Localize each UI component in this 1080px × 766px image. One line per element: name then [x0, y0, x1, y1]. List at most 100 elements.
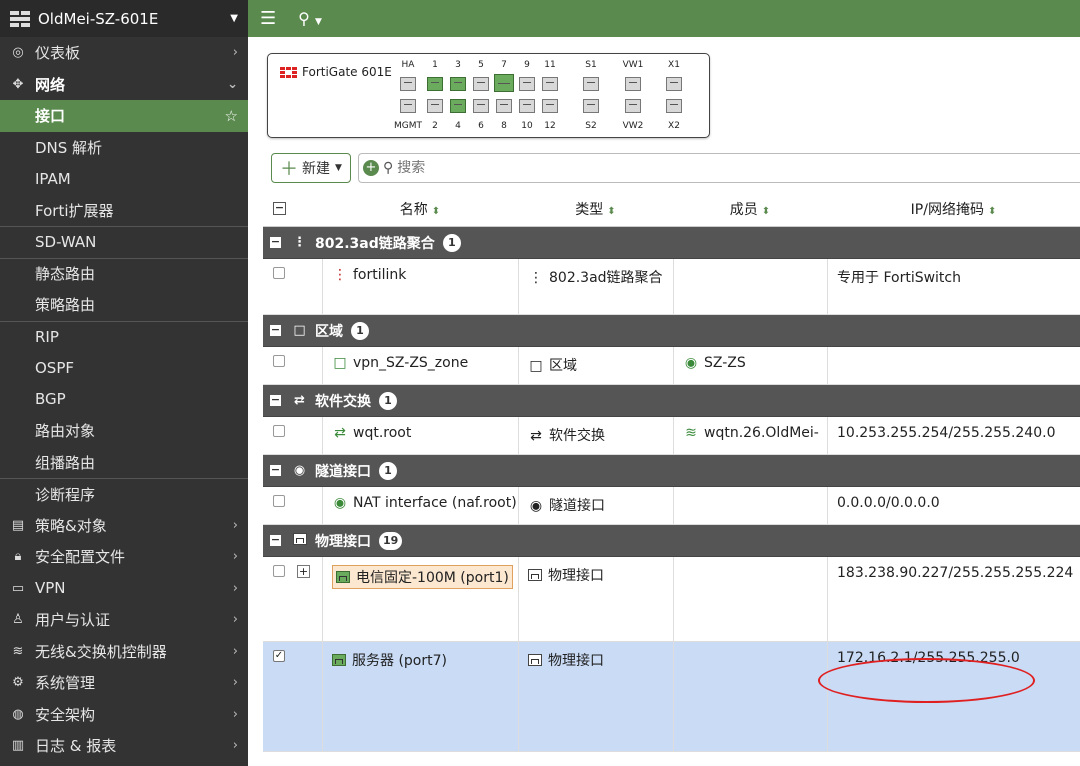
sidebar-item-11[interactable]: BGP — [0, 384, 248, 416]
sidebar-item-10[interactable]: OSPF — [0, 352, 248, 384]
port-icon[interactable] — [400, 77, 416, 91]
table-row[interactable]: + 电信固定-100M (port1) 物理接口 183.238.90.227/255… — [263, 557, 1080, 642]
port-icon[interactable] — [450, 77, 466, 91]
menu-icon[interactable]: ☰ — [260, 8, 276, 29]
device-selector[interactable]: OldMei-SZ-601E ▼ — [0, 0, 248, 37]
row-checkbox[interactable] — [273, 495, 285, 507]
port-icon — [292, 533, 307, 548]
collapse-all-toggle[interactable]: − — [273, 202, 286, 215]
group-header[interactable]: − 物理接口 19 — [263, 525, 1080, 557]
table-row[interactable]: ◉ NAT interface (naf.root) ◉ 隧道接口 0.0.0.0/0.… — [263, 487, 1080, 525]
sidebar-item-18[interactable]: ♙ 用户与认证 › — [0, 604, 248, 636]
collapse-toggle[interactable]: − — [269, 324, 282, 337]
port-icon[interactable] — [519, 99, 535, 113]
port-icon[interactable] — [666, 77, 682, 91]
sidebar-item-8[interactable]: 策略路由 — [0, 289, 248, 321]
port-icon[interactable] — [400, 99, 416, 113]
ip-netmask: 183.238.90.227/255.255.255.224 — [837, 565, 1074, 581]
col-ip[interactable]: IP/网络掩码 ⬍ — [827, 199, 1080, 219]
port-icon[interactable] — [583, 99, 599, 113]
row-checkbox[interactable] — [273, 267, 285, 279]
expand-toggle[interactable]: + — [297, 565, 310, 578]
port-label: 12 — [544, 121, 556, 131]
interface-name: 服务器 (port7) — [352, 653, 447, 669]
sidebar-item-7[interactable]: 静态路由 — [0, 257, 248, 290]
port-icon[interactable] — [473, 77, 489, 91]
ip-netmask: 0.0.0.0/0.0.0.0 — [837, 495, 940, 511]
group-header[interactable]: − ⇄ 软件交换 1 — [263, 385, 1080, 417]
port-icon[interactable] — [542, 77, 558, 91]
search-icon[interactable]: ⚲ ▼ — [298, 9, 322, 28]
sidebar-item-label: 接口 — [35, 107, 66, 126]
table-row[interactable]: □ vpn_SZ-ZS_zone □ 区域 ◉ SZ-ZS — [263, 347, 1080, 385]
col-type[interactable]: 类型 ⬍ — [518, 199, 673, 219]
interface-name: vpn_SZ-ZS_zone — [353, 355, 469, 371]
col-members[interactable]: 成员 ⬍ — [673, 199, 827, 219]
collapse-toggle[interactable]: − — [269, 236, 282, 249]
port-icon[interactable] — [519, 77, 535, 91]
row-checkbox[interactable]: ✓ — [273, 650, 285, 662]
sidebar-item-17[interactable]: ▭ VPN › — [0, 573, 248, 605]
collapse-toggle[interactable]: − — [269, 534, 282, 547]
port-icon[interactable] — [625, 77, 641, 91]
row-checkbox[interactable] — [273, 565, 285, 577]
interface-type: 802.3ad链路聚合 — [549, 270, 663, 286]
sidebar-item-3[interactable]: DNS 解析 — [0, 132, 248, 164]
sidebar-item-22[interactable]: ▥ 日志 & 报表 › — [0, 730, 248, 762]
group-count-badge: 1 — [379, 391, 397, 410]
search-bar[interactable]: + ⚲ — [358, 153, 1080, 183]
sidebar-item-12[interactable]: 路由对象 — [0, 415, 248, 447]
group-header[interactable]: − □ 区域 1 — [263, 315, 1080, 347]
group-header[interactable]: − ◉ 隧道接口 1 — [263, 455, 1080, 487]
sidebar-item-label: DNS 解析 — [35, 138, 103, 157]
col-name[interactable]: 名称 ⬍ — [322, 199, 518, 219]
interface-type: 物理接口 — [548, 653, 604, 669]
row-checkbox[interactable] — [273, 425, 285, 437]
sidebar-item-label: 用户与认证 — [35, 611, 111, 630]
sidebar-item-6[interactable]: SD-WAN — [0, 226, 248, 258]
search-input[interactable] — [397, 160, 698, 176]
sidebar-item-15[interactable]: ▤ 策略&对象 › — [0, 510, 248, 542]
sidebar-item-14[interactable]: 诊断程序 — [0, 478, 248, 510]
tunnel-icon: ◉ — [333, 495, 347, 511]
port-icon[interactable] — [666, 99, 682, 113]
sidebar-item-2[interactable]: 接口 ☆ — [0, 100, 248, 132]
port-icon[interactable] — [427, 77, 443, 91]
caret-down-icon[interactable]: ▼ — [230, 13, 238, 24]
sidebar: OldMei-SZ-601E ▼ ◎ 仪表板 › ✥ 网络 ⌄ 接口 ☆ DNS 解析 IPAM F… — [0, 0, 248, 766]
sidebar-item-0[interactable]: ◎ 仪表板 › — [0, 37, 248, 69]
port-icon[interactable] — [625, 99, 641, 113]
sidebar-item-5[interactable]: Forti扩展器 — [0, 195, 248, 227]
table-row[interactable]: ⋮ fortilink ⋮ 802.3ad链路聚合 专用于 FortiSwitch — [263, 259, 1080, 315]
port-icon[interactable] — [542, 99, 558, 113]
interface-name: 电信固定-100M (port1) — [356, 570, 509, 586]
sidebar-item-4[interactable]: IPAM — [0, 163, 248, 195]
table-row[interactable]: ⇄ wqt.root ⇄ 软件交换 ≋ wqtn.26.OldMei- 10.253.255… — [263, 417, 1080, 455]
port-icon[interactable] — [473, 99, 489, 113]
collapse-toggle[interactable]: − — [269, 394, 282, 407]
sidebar-item-19[interactable]: ≋ 无线&交换机控制器 › — [0, 636, 248, 668]
sidebar-item-9[interactable]: RIP — [0, 320, 248, 353]
device-model: FortiGate 601E — [302, 65, 392, 79]
port-icon[interactable] — [583, 77, 599, 91]
chevron-right-icon: › — [232, 612, 238, 628]
add-filter-icon[interactable]: + — [363, 160, 379, 176]
sidebar-item-13[interactable]: 组播路由 — [0, 447, 248, 479]
device-name: OldMei-SZ-601E — [38, 9, 159, 28]
row-checkbox[interactable] — [273, 355, 285, 367]
port-icon[interactable] — [427, 99, 443, 113]
sidebar-item-1[interactable]: ✥ 网络 ⌄ — [0, 69, 248, 101]
port-icon[interactable] — [494, 74, 514, 92]
port-icon[interactable] — [496, 99, 512, 113]
sidebar-item-20[interactable]: ⚙ 系统管理 › — [0, 667, 248, 699]
collapse-toggle[interactable]: − — [269, 464, 282, 477]
sidebar-item-21[interactable]: ◍ 安全架构 › — [0, 699, 248, 731]
port-icon — [528, 569, 542, 581]
sidebar-item-label: 安全架构 — [35, 705, 96, 724]
group-header[interactable]: − ⋮ 802.3ad链路聚合 1 — [263, 227, 1080, 259]
sidebar-item-16[interactable]: 🔒︎ 安全配置文件 › — [0, 541, 248, 573]
new-button[interactable]: ＋ 新建 ▼ — [271, 153, 351, 183]
port-icon[interactable] — [450, 99, 466, 113]
port-icon — [332, 654, 346, 666]
favorite-star-icon[interactable]: ☆ — [225, 107, 238, 125]
